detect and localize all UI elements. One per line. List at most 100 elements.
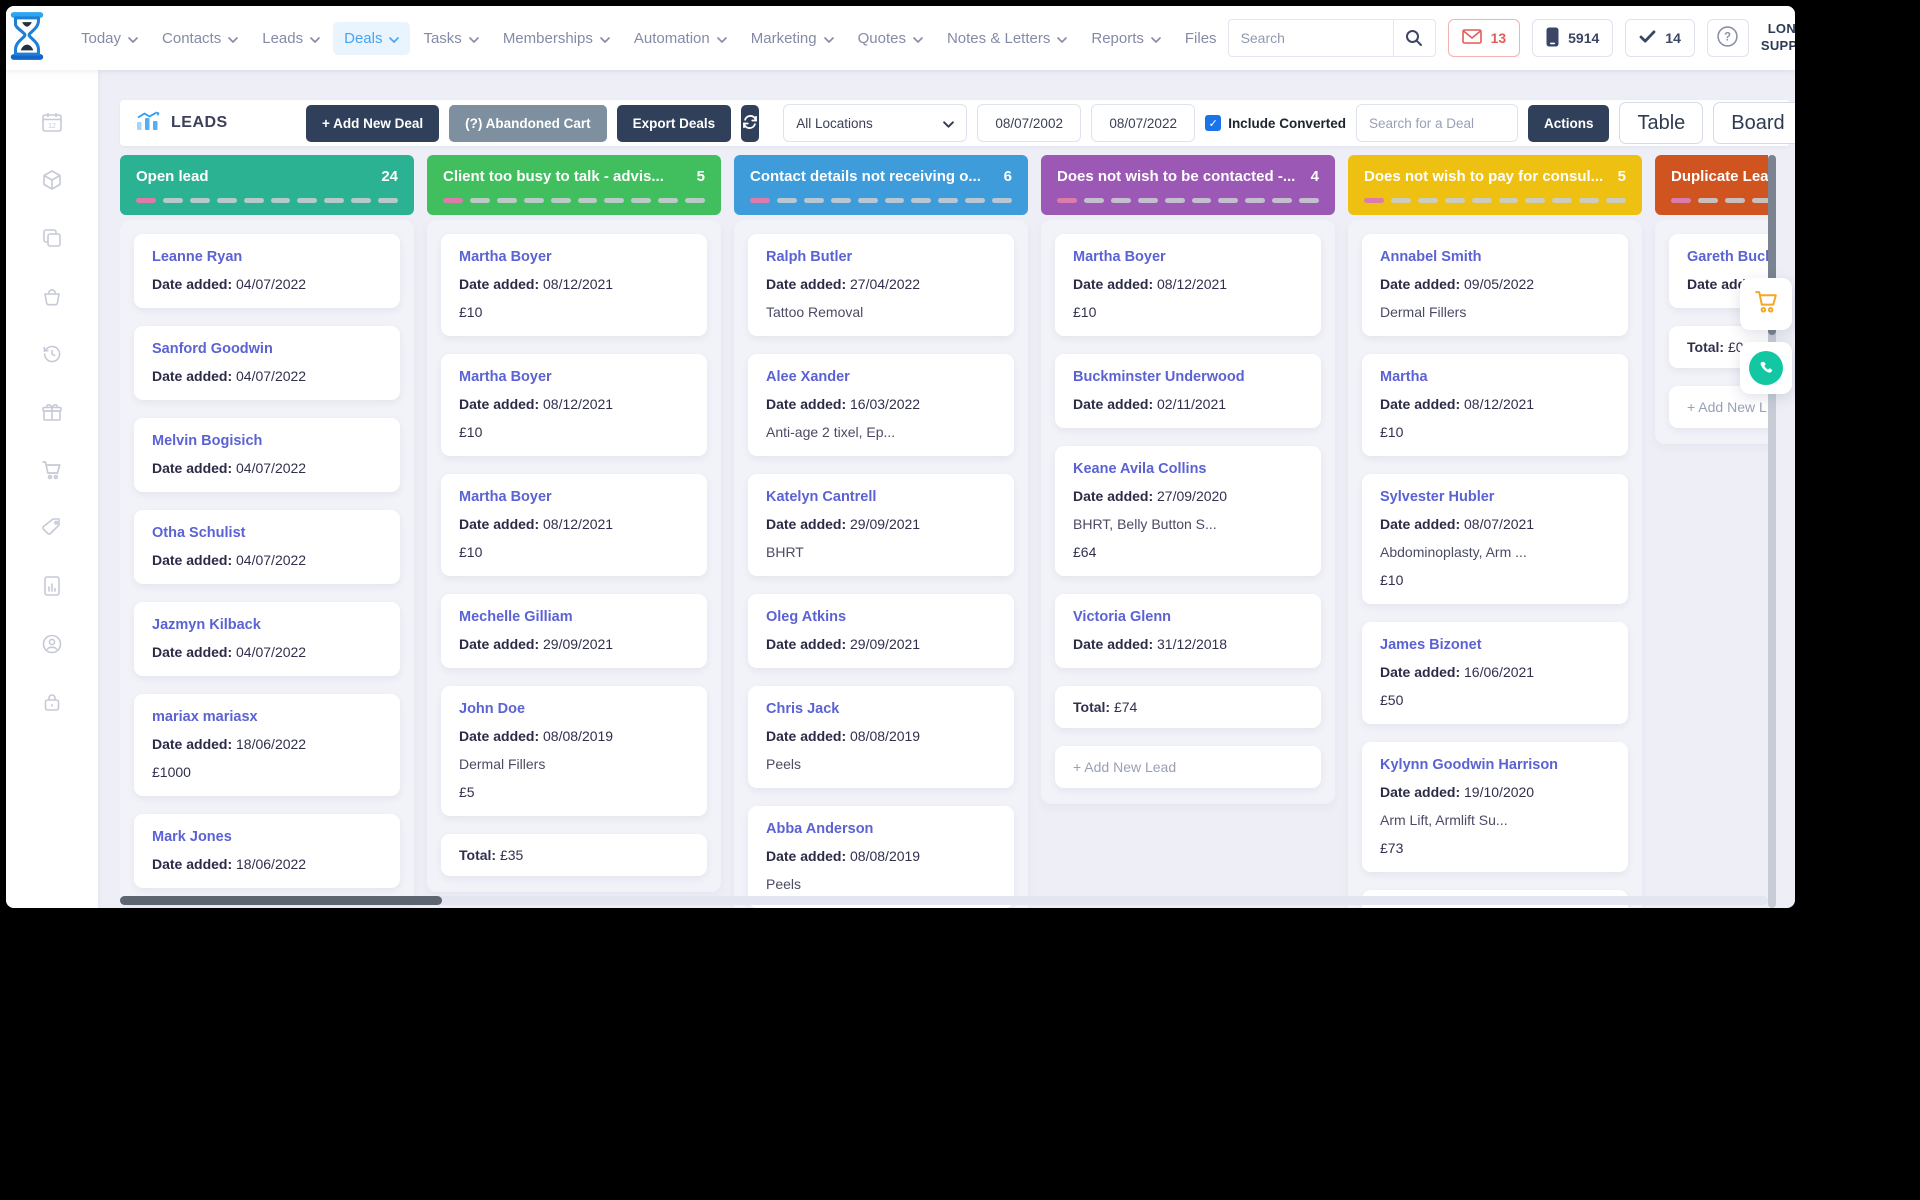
nav-item-leads[interactable]: Leads [251,22,331,55]
lead-name-link[interactable]: mariax mariasx [152,708,382,726]
tasks-badge[interactable]: 14 [1625,19,1695,57]
nav-item-quotes[interactable]: Quotes [847,22,934,55]
nav-item-automation[interactable]: Automation [623,22,738,55]
lead-name-link[interactable]: Martha Boyer [1073,248,1303,266]
lead-name-link[interactable]: James Bizonet [1380,636,1610,654]
vertical-scrollbar[interactable] [1768,155,1776,908]
lead-card[interactable]: Martha BoyerDate added: 08/12/2021£10 [1055,234,1321,336]
add-new-lead-button[interactable]: + Add New Lead [1055,746,1321,788]
lead-name-link[interactable]: Martha Boyer [459,368,689,386]
horizontal-scrollbar-thumb[interactable] [120,896,442,905]
nav-item-notes-letters[interactable]: Notes & Letters [936,22,1078,55]
lead-card[interactable]: Martha BoyerDate added: 08/12/2021£10 [441,234,707,336]
add-new-deal-button[interactable]: + Add New Deal [306,105,439,142]
lead-card[interactable]: John DoeDate added: 08/08/2019Dermal Fil… [441,686,707,816]
sidebar-item-account[interactable] [40,634,64,658]
location-filter-select[interactable]: All Locations [783,104,967,142]
lead-card[interactable]: Katelyn CantrellDate added: 29/09/2021BH… [748,474,1014,576]
lead-card[interactable]: Otha SchulistDate added: 04/07/2022 [134,510,400,584]
lead-name-link[interactable]: Annabel Smith [1380,248,1610,266]
sidebar-item-gift[interactable] [40,402,64,426]
nav-item-today[interactable]: Today [70,22,149,55]
sidebar-item-lock[interactable] [40,692,64,716]
lead-name-link[interactable]: Katelyn Cantrell [766,488,996,506]
lead-name-link[interactable]: Mark Jones [152,828,382,846]
lead-card[interactable]: Jazmyn KilbackDate added: 04/07/2022 [134,602,400,676]
lead-card[interactable]: Annabel SmithDate added: 09/05/2022Derma… [1362,234,1628,336]
lead-name-link[interactable]: Sanford Goodwin [152,340,382,358]
actions-button[interactable]: Actions [1528,105,1610,142]
sidebar-item-tag[interactable] [40,518,64,542]
lead-card[interactable]: Buckminster UnderwoodDate added: 02/11/2… [1055,354,1321,428]
nav-item-files[interactable]: Files [1174,22,1228,55]
lead-name-link[interactable]: Martha [1380,368,1610,386]
sidebar-item-history[interactable] [40,344,64,368]
phone-badge[interactable]: 5914 [1532,19,1613,57]
lead-name-link[interactable]: Keane Avila Collins [1073,460,1303,478]
lead-card[interactable]: Sanford GoodwinDate added: 04/07/2022 [134,326,400,400]
lead-name-link[interactable]: Martha Boyer [459,488,689,506]
lead-card[interactable]: Keane Avila CollinsDate added: 27/09/202… [1055,446,1321,576]
mail-badge[interactable]: 13 [1448,19,1521,57]
lead-card[interactable]: Martha BoyerDate added: 08/12/2021£10 [441,354,707,456]
nav-item-tasks[interactable]: Tasks [412,22,489,55]
export-deals-button[interactable]: Export Deals [617,105,732,142]
lead-card[interactable]: Leanne RyanDate added: 04/07/2022 [134,234,400,308]
lead-card[interactable]: Victoria GlennDate added: 31/12/2018 [1055,594,1321,668]
sidebar-item-report[interactable] [40,576,64,600]
lead-name-link[interactable]: Ralph Butler [766,248,996,266]
lead-name-link[interactable]: Alee Xander [766,368,996,386]
lead-card[interactable]: mariax mariasxDate added: 18/06/2022£100… [134,694,400,796]
nav-item-deals[interactable]: Deals [333,22,410,55]
lead-name-link[interactable]: Chris Jack [766,700,996,718]
sidebar-item-cart[interactable] [40,460,64,484]
lead-card[interactable]: Sylvester HublerDate added: 08/07/2021Ab… [1362,474,1628,604]
search-input[interactable] [1229,30,1393,46]
lead-name-link[interactable]: Leanne Ryan [152,248,382,266]
lead-name-link[interactable]: Victoria Glenn [1073,608,1303,626]
lead-card[interactable]: Melvin BogisichDate added: 04/07/2022 [134,418,400,492]
lead-card[interactable]: Kylynn Goodwin HarrisonDate added: 19/10… [1362,742,1628,872]
lead-name-link[interactable]: Kylynn Goodwin Harrison [1380,756,1610,774]
date-from-input[interactable]: 08/07/2002 [977,104,1081,142]
lead-card[interactable]: Ralph ButlerDate added: 27/04/2022Tattoo… [748,234,1014,336]
table-view-button[interactable]: Table [1619,102,1703,144]
deal-search-input[interactable] [1356,104,1518,142]
search-icon[interactable] [1393,20,1435,56]
nav-item-contacts[interactable]: Contacts [151,22,249,55]
lead-card[interactable]: Mechelle GilliamDate added: 29/09/2021 [441,594,707,668]
lead-name-link[interactable]: Abba Anderson [766,820,996,838]
lead-name-link[interactable]: Melvin Bogisich [152,432,382,450]
help-button[interactable]: ? [1707,19,1749,57]
horizontal-scrollbar[interactable] [120,896,1768,905]
lead-name-link[interactable]: Oleg Atkins [766,608,996,626]
floating-whatsapp-button[interactable] [1740,342,1792,394]
refresh-button[interactable] [741,105,759,142]
lead-name-link[interactable]: Otha Schulist [152,524,382,542]
lead-card[interactable]: Chris JackDate added: 08/08/2019Peels [748,686,1014,788]
lead-card[interactable]: Oleg AtkinsDate added: 29/09/2021 [748,594,1014,668]
lead-name-link[interactable]: Jazmyn Kilback [152,616,382,634]
include-converted-checkbox[interactable]: ✓ Include Converted [1205,115,1346,131]
lead-name-link[interactable]: Gareth Buck [1687,248,1768,266]
sidebar-item-copy[interactable] [40,228,64,252]
date-to-input[interactable]: 08/07/2022 [1091,104,1195,142]
nav-item-marketing[interactable]: Marketing [740,22,845,55]
abandoned-cart-button[interactable]: (?) Abandoned Cart [449,105,607,142]
board-view-button[interactable]: Board [1713,102,1795,144]
lead-card[interactable]: MarthaDate added: 08/12/2021£10 [1362,354,1628,456]
lead-name-link[interactable]: John Doe [459,700,689,718]
lead-card[interactable]: Mark JonesDate added: 18/06/2022 [134,814,400,888]
lead-name-link[interactable]: Mechelle Gilliam [459,608,689,626]
sidebar-item-package[interactable] [40,170,64,194]
sidebar-item-basket[interactable] [40,286,64,310]
lead-card[interactable]: Alee XanderDate added: 16/03/2022Anti-ag… [748,354,1014,456]
lead-card[interactable]: Martha BoyerDate added: 08/12/2021£10 [441,474,707,576]
lead-name-link[interactable]: Sylvester Hubler [1380,488,1610,506]
lead-card[interactable]: Abba AndersonDate added: 08/08/2019Peels [748,806,1014,908]
nav-item-memberships[interactable]: Memberships [492,22,621,55]
floating-cart-button[interactable] [1740,278,1792,330]
sidebar-item-calendar[interactable]: 12 [40,112,64,136]
lead-name-link[interactable]: Buckminster Underwood [1073,368,1303,386]
lead-name-link[interactable]: Martha Boyer [459,248,689,266]
